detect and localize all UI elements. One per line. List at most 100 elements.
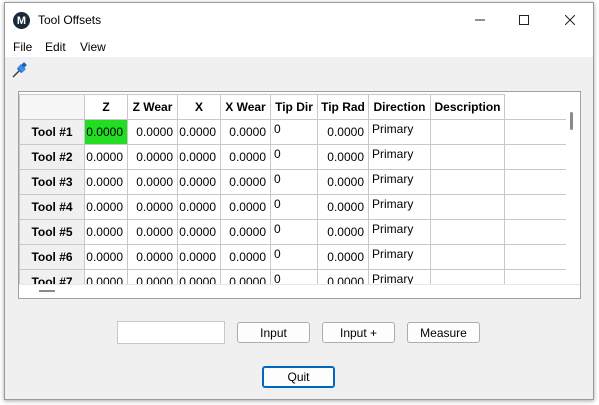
grid-filler-cell (504, 244, 568, 270)
horizontal-scrollbar[interactable] (19, 284, 580, 298)
grid-cell-x[interactable]: 0.0000 (177, 144, 221, 170)
grid-cell-z-wear[interactable]: 0.0000 (127, 144, 178, 170)
column-header-x[interactable]: X (177, 94, 221, 120)
grid-cell-x-wear[interactable]: 0.0000 (220, 169, 271, 195)
grid-cell-x[interactable]: 0.0000 (177, 194, 221, 220)
grid-filler-cell (504, 119, 568, 145)
close-button[interactable] (547, 3, 593, 37)
grid-cell-z-wear[interactable]: 0.0000 (127, 119, 178, 145)
app-logo-icon: M (13, 12, 30, 29)
table-row: Tool #6 0.0000 0.0000 0.0000 0.0000 0 0.0000 Pr… (19, 244, 568, 270)
row-header[interactable]: Tool #1 (19, 119, 85, 145)
grid-cell-description[interactable] (430, 169, 505, 195)
table-row: Tool #5 0.0000 0.0000 0.0000 0.0000 0 0.0000 Pr… (19, 219, 568, 245)
grid-cell-tip-dir[interactable]: 0 (270, 194, 318, 220)
toolbar (5, 57, 593, 87)
grid-cell-tip-rad[interactable]: 0.0000 (317, 194, 369, 220)
grid-cell-direction[interactable]: Primary (368, 194, 431, 220)
grid-cell-z[interactable]: 0.0000 (84, 194, 128, 220)
grid-cell-x-wear[interactable]: 0.0000 (220, 119, 271, 145)
grid-filler-cell (504, 169, 568, 195)
grid-cell-tip-dir[interactable]: 0 (270, 244, 318, 270)
pin-icon[interactable] (11, 61, 29, 82)
grid-cell-z[interactable]: 0.0000 (84, 144, 128, 170)
menu-view[interactable]: View (80, 40, 106, 54)
grid-filler-cell (504, 194, 568, 220)
maximize-icon (519, 15, 529, 25)
row-header[interactable]: Tool #5 (19, 219, 85, 245)
minimize-button[interactable] (457, 3, 503, 37)
grid-cell-x[interactable]: 0.0000 (177, 244, 221, 270)
grid-cell-z-wear[interactable]: 0.0000 (127, 169, 178, 195)
vertical-scrollbar[interactable] (566, 92, 580, 275)
column-header-tip-dir[interactable]: Tip Dir (270, 94, 318, 120)
value-input[interactable] (117, 321, 225, 344)
grid-cell-x[interactable]: 0.0000 (177, 119, 221, 145)
column-header-description[interactable]: Description (430, 94, 505, 120)
column-header-z[interactable]: Z (84, 94, 128, 120)
grid-cell-description[interactable] (430, 194, 505, 220)
grid-cell-direction[interactable]: Primary (368, 244, 431, 270)
measure-button[interactable]: Measure (407, 322, 480, 343)
grid-cell-z[interactable]: 0.0000 (84, 219, 128, 245)
close-icon (565, 15, 575, 25)
input-button[interactable]: Input (237, 322, 310, 343)
grid-cell-tip-rad[interactable]: 0.0000 (317, 169, 369, 195)
grid-cell-description[interactable] (430, 219, 505, 245)
title-bar[interactable]: M Tool Offsets (5, 3, 593, 37)
grid-cell-tip-rad[interactable]: 0.0000 (317, 244, 369, 270)
grid-cell-tip-dir[interactable]: 0 (270, 144, 318, 170)
row-header[interactable]: Tool #2 (19, 144, 85, 170)
grid-cell-z-wear[interactable]: 0.0000 (127, 194, 178, 220)
grid-cell-x-wear[interactable]: 0.0000 (220, 219, 271, 245)
grid-cell-tip-dir[interactable]: 0 (270, 169, 318, 195)
maximize-button[interactable] (501, 3, 547, 37)
grid-filler (504, 94, 568, 120)
quit-button[interactable]: Quit (262, 366, 335, 388)
column-header-x-wear[interactable]: X Wear (220, 94, 271, 120)
grid-cell-description[interactable] (430, 119, 505, 145)
grid-cell-x-wear[interactable]: 0.0000 (220, 144, 271, 170)
grid-cell-z[interactable]: 0.0000 (84, 169, 128, 195)
input-plus-button[interactable]: Input + (322, 322, 395, 343)
grid-cell-z-wear[interactable]: 0.0000 (127, 219, 178, 245)
row-header[interactable]: Tool #6 (19, 244, 85, 270)
row-header[interactable]: Tool #3 (19, 169, 85, 195)
grid-header-row: Z Z Wear X X Wear Tip Dir Tip Rad Direct… (19, 94, 568, 120)
grid-cell-description[interactable] (430, 144, 505, 170)
minimize-icon (475, 19, 485, 21)
grid-cell-tip-dir[interactable]: 0 (270, 219, 318, 245)
row-header[interactable]: Tool #4 (19, 194, 85, 220)
grid-cell-x-wear[interactable]: 0.0000 (220, 244, 271, 270)
column-header-tip-rad[interactable]: Tip Rad (317, 94, 369, 120)
table-row: Tool #3 0.0000 0.0000 0.0000 0.0000 0 0.0000 Pr… (19, 169, 568, 195)
grid-cell-tip-rad[interactable]: 0.0000 (317, 219, 369, 245)
grid-corner (19, 94, 85, 120)
grid-cell-x[interactable]: 0.0000 (177, 169, 221, 195)
tool-offsets-window: M Tool Offsets File Edit View Z Z Wear X… (4, 2, 594, 400)
grid-cell-z[interactable]: 0.0000 (84, 119, 128, 145)
column-header-z-wear[interactable]: Z Wear (127, 94, 178, 120)
grid-filler-cell (504, 219, 568, 245)
grid-cell-direction[interactable]: Primary (368, 144, 431, 170)
grid-cell-tip-rad[interactable]: 0.0000 (317, 119, 369, 145)
tool-offsets-grid[interactable]: Z Z Wear X X Wear Tip Dir Tip Rad Direct… (18, 91, 581, 299)
offsets-table: Z Z Wear X X Wear Tip Dir Tip Rad Direct… (19, 94, 568, 295)
grid-cell-z-wear[interactable]: 0.0000 (127, 244, 178, 270)
column-header-direction[interactable]: Direction (368, 94, 431, 120)
grid-cell-direction[interactable]: Primary (368, 219, 431, 245)
grid-cell-tip-rad[interactable]: 0.0000 (317, 144, 369, 170)
horizontal-scroll-thumb[interactable] (39, 290, 55, 292)
grid-cell-x-wear[interactable]: 0.0000 (220, 194, 271, 220)
menu-file[interactable]: File (13, 40, 32, 54)
grid-cell-direction[interactable]: Primary (368, 119, 431, 145)
grid-cell-z[interactable]: 0.0000 (84, 244, 128, 270)
grid-cell-description[interactable] (430, 244, 505, 270)
vertical-scroll-thumb[interactable] (570, 112, 573, 130)
grid-cell-x[interactable]: 0.0000 (177, 219, 221, 245)
table-row: Tool #4 0.0000 0.0000 0.0000 0.0000 0 0.0000 Pr… (19, 194, 568, 220)
grid-cell-direction[interactable]: Primary (368, 169, 431, 195)
menu-bar: File Edit View (5, 37, 593, 57)
grid-cell-tip-dir[interactable]: 0 (270, 119, 318, 145)
menu-edit[interactable]: Edit (45, 40, 66, 54)
